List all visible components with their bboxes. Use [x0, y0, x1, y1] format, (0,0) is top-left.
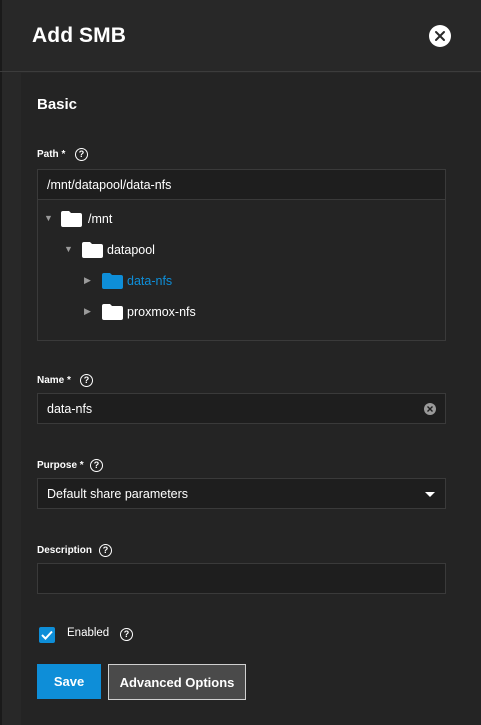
name-input[interactable]: data-nfs	[37, 393, 446, 424]
advanced-options-button[interactable]: Advanced Options	[108, 664, 246, 700]
section-title: Basic	[37, 96, 78, 113]
path-input[interactable]: /mnt/datapool/data-nfs	[37, 169, 446, 200]
close-icon	[435, 31, 445, 41]
chevron-down-icon	[425, 492, 435, 497]
name-label: Name *	[37, 375, 71, 386]
description-help-icon[interactable]: ?	[99, 544, 112, 557]
tree-label: /mnt	[88, 212, 113, 226]
purpose-select[interactable]: Default share parameters	[37, 478, 446, 509]
tree-node-datapool[interactable]: ▼ datapool	[64, 242, 264, 262]
path-label: Path *	[37, 149, 66, 160]
panel-header: Add SMB	[0, 0, 481, 72]
purpose-help-icon[interactable]: ?	[90, 459, 103, 472]
caret-down-icon[interactable]: ▼	[64, 244, 73, 254]
tree-node-mnt[interactable]: ▼ /mnt	[44, 211, 244, 231]
folder-icon	[102, 273, 123, 289]
enabled-checkbox[interactable]	[39, 627, 55, 643]
save-button[interactable]: Save	[37, 664, 101, 699]
purpose-value: Default share parameters	[47, 487, 189, 501]
folder-icon	[61, 211, 82, 227]
description-input[interactable]	[37, 563, 446, 594]
tree-label: data-nfs	[127, 274, 173, 288]
tree-label: proxmox-nfs	[127, 305, 196, 319]
tree-node-proxmox-nfs[interactable]: ▶ proxmox-nfs	[84, 304, 284, 324]
path-value: /mnt/datapool/data-nfs	[47, 178, 172, 192]
folder-icon	[82, 242, 103, 258]
tree-label: datapool	[107, 243, 155, 257]
tree-node-data-nfs[interactable]: ▶ data-nfs	[84, 273, 284, 293]
name-help-icon[interactable]: ?	[80, 374, 93, 387]
caret-right-icon[interactable]: ▶	[84, 306, 91, 317]
clear-input-icon[interactable]	[424, 403, 436, 415]
enabled-help-icon[interactable]: ?	[120, 628, 133, 641]
folder-icon	[102, 304, 123, 320]
panel-title: Add SMB	[32, 24, 127, 47]
name-value: data-nfs	[47, 402, 93, 416]
close-button[interactable]	[429, 25, 451, 47]
path-help-icon[interactable]: ?	[75, 148, 88, 161]
path-tree: ▼ /mnt ▼ datapool ▶ data-nfs ▶ proxmox-n…	[37, 200, 446, 341]
caret-right-icon[interactable]: ▶	[84, 275, 91, 286]
purpose-label: Purpose *	[37, 460, 84, 471]
caret-down-icon[interactable]: ▼	[44, 213, 53, 223]
check-icon	[41, 630, 53, 640]
enabled-label: Enabled	[67, 627, 110, 639]
description-label: Description	[37, 545, 93, 556]
